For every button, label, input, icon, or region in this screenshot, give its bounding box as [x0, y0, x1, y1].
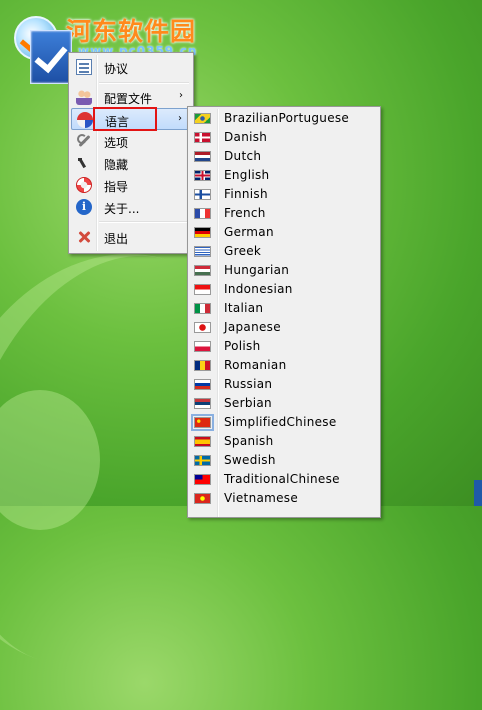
language-label: Hungarian — [224, 263, 290, 277]
language-item-swedish[interactable]: Swedish — [190, 451, 378, 470]
language-item-serbian[interactable]: Serbian — [190, 394, 378, 413]
language-item-spanish[interactable]: Spanish — [190, 432, 378, 451]
language-label: BrazilianPortuguese — [224, 111, 350, 125]
menu-item-exit[interactable]: 退出 — [71, 226, 191, 248]
language-item-indonesian[interactable]: Indonesian — [190, 280, 378, 299]
chevron-right-icon: › — [178, 113, 182, 124]
menu-separator — [99, 221, 189, 223]
language-label: Italian — [224, 301, 264, 315]
menu-item-label: 退出 — [104, 232, 129, 246]
language-item-japanese[interactable]: Japanese — [190, 318, 378, 337]
language-label: Dutch — [224, 149, 262, 163]
menu-item-label: 关于... — [104, 202, 140, 216]
romania-flag-icon — [194, 360, 211, 371]
menu-item-label: 隐藏 — [104, 158, 129, 172]
context-menu: 协议 配置文件 › 语言 › 选项 隐藏 指导 i 关于... 退出 — [68, 52, 194, 254]
language-label: Japanese — [224, 320, 281, 334]
indonesia-flag-icon — [194, 284, 211, 295]
language-item-finnish[interactable]: Finnish — [190, 185, 378, 204]
language-label: Serbian — [224, 396, 272, 410]
language-item-italian[interactable]: Italian — [190, 299, 378, 318]
menu-item-label: 配置文件 — [104, 92, 153, 106]
language-item-english[interactable]: English — [190, 166, 378, 185]
russia-flag-icon — [194, 379, 211, 390]
italy-flag-icon — [194, 303, 211, 314]
language-label: Finnish — [224, 187, 268, 201]
menu-item-guide[interactable]: 指导 — [71, 174, 191, 196]
language-label: TraditionalChinese — [224, 472, 340, 486]
language-label: Swedish — [224, 453, 276, 467]
menu-item-about[interactable]: i 关于... — [71, 196, 191, 218]
france-flag-icon — [194, 208, 211, 219]
language-label: Greek — [224, 244, 262, 258]
language-label: Spanish — [224, 434, 274, 448]
exit-icon — [76, 229, 92, 245]
language-item-brazilianportuguese[interactable]: BrazilianPortuguese — [190, 109, 378, 128]
language-item-polish[interactable]: Polish — [190, 337, 378, 356]
menu-item-label: 选项 — [104, 136, 129, 150]
info-icon: i — [76, 199, 92, 215]
language-item-german[interactable]: German — [190, 223, 378, 242]
desktop-tile-edge — [474, 480, 482, 506]
language-label: French — [224, 206, 266, 220]
brazil-flag-icon — [194, 113, 211, 124]
language-item-dutch[interactable]: Dutch — [190, 147, 378, 166]
menu-item-options[interactable]: 选项 — [71, 130, 191, 152]
germany-flag-icon — [194, 227, 211, 238]
help-icon — [76, 177, 92, 193]
language-item-romanian[interactable]: Romanian — [190, 356, 378, 375]
language-label: Danish — [224, 130, 268, 144]
language-item-danish[interactable]: Danish — [190, 128, 378, 147]
menu-item-label: 指导 — [104, 180, 129, 194]
serbia-flag-icon — [194, 398, 211, 409]
language-item-russian[interactable]: Russian — [190, 375, 378, 394]
menu-item-hide[interactable]: 隐藏 — [71, 152, 191, 174]
vietnam-flag-icon — [194, 493, 211, 504]
menu-item-label: 协议 — [104, 62, 129, 76]
language-item-traditionalchinese[interactable]: TraditionalChinese — [190, 470, 378, 489]
language-label: English — [224, 168, 270, 182]
netherlands-flag-icon — [194, 151, 211, 162]
spain-flag-icon — [194, 436, 211, 447]
menu-separator — [99, 82, 189, 84]
finland-flag-icon — [194, 189, 211, 200]
language-label: Indonesian — [224, 282, 293, 296]
menu-item-profiles[interactable]: 配置文件 › — [71, 86, 191, 108]
app-tray-icon[interactable] — [30, 30, 72, 84]
language-item-hungarian[interactable]: Hungarian — [190, 261, 378, 280]
red-highlight-box — [93, 107, 157, 131]
hide-icon — [76, 155, 92, 171]
language-item-simplifiedchinese[interactable]: SimplifiedChinese — [190, 413, 378, 432]
taiwan-flag-icon — [194, 474, 211, 485]
language-item-french[interactable]: French — [190, 204, 378, 223]
menu-item-language[interactable]: 语言 › — [71, 107, 191, 131]
language-submenu: BrazilianPortuguese Danish Dutch English… — [187, 106, 381, 518]
china-flag-icon — [191, 414, 214, 431]
users-icon — [76, 89, 92, 105]
language-icon — [77, 112, 93, 128]
united-kingdom-flag-icon — [194, 170, 211, 181]
document-icon — [76, 59, 92, 75]
wrench-icon — [76, 133, 92, 149]
poland-flag-icon — [194, 341, 211, 352]
language-label: German — [224, 225, 274, 239]
chevron-right-icon: › — [179, 90, 183, 101]
language-label: Vietnamese — [224, 491, 299, 505]
menu-item-agreement[interactable]: 协议 — [71, 56, 191, 78]
sweden-flag-icon — [194, 455, 211, 466]
language-label: Russian — [224, 377, 273, 391]
language-item-greek[interactable]: Greek — [190, 242, 378, 261]
watermark-site-name: 河东软件园 — [66, 17, 197, 46]
denmark-flag-icon — [194, 132, 211, 143]
language-item-vietnamese[interactable]: Vietnamese — [190, 489, 378, 508]
japan-flag-icon — [194, 322, 211, 333]
greece-flag-icon — [194, 246, 211, 257]
language-label: SimplifiedChinese — [224, 415, 337, 429]
hungary-flag-icon — [194, 265, 211, 276]
language-label: Polish — [224, 339, 261, 353]
language-label: Romanian — [224, 358, 287, 372]
